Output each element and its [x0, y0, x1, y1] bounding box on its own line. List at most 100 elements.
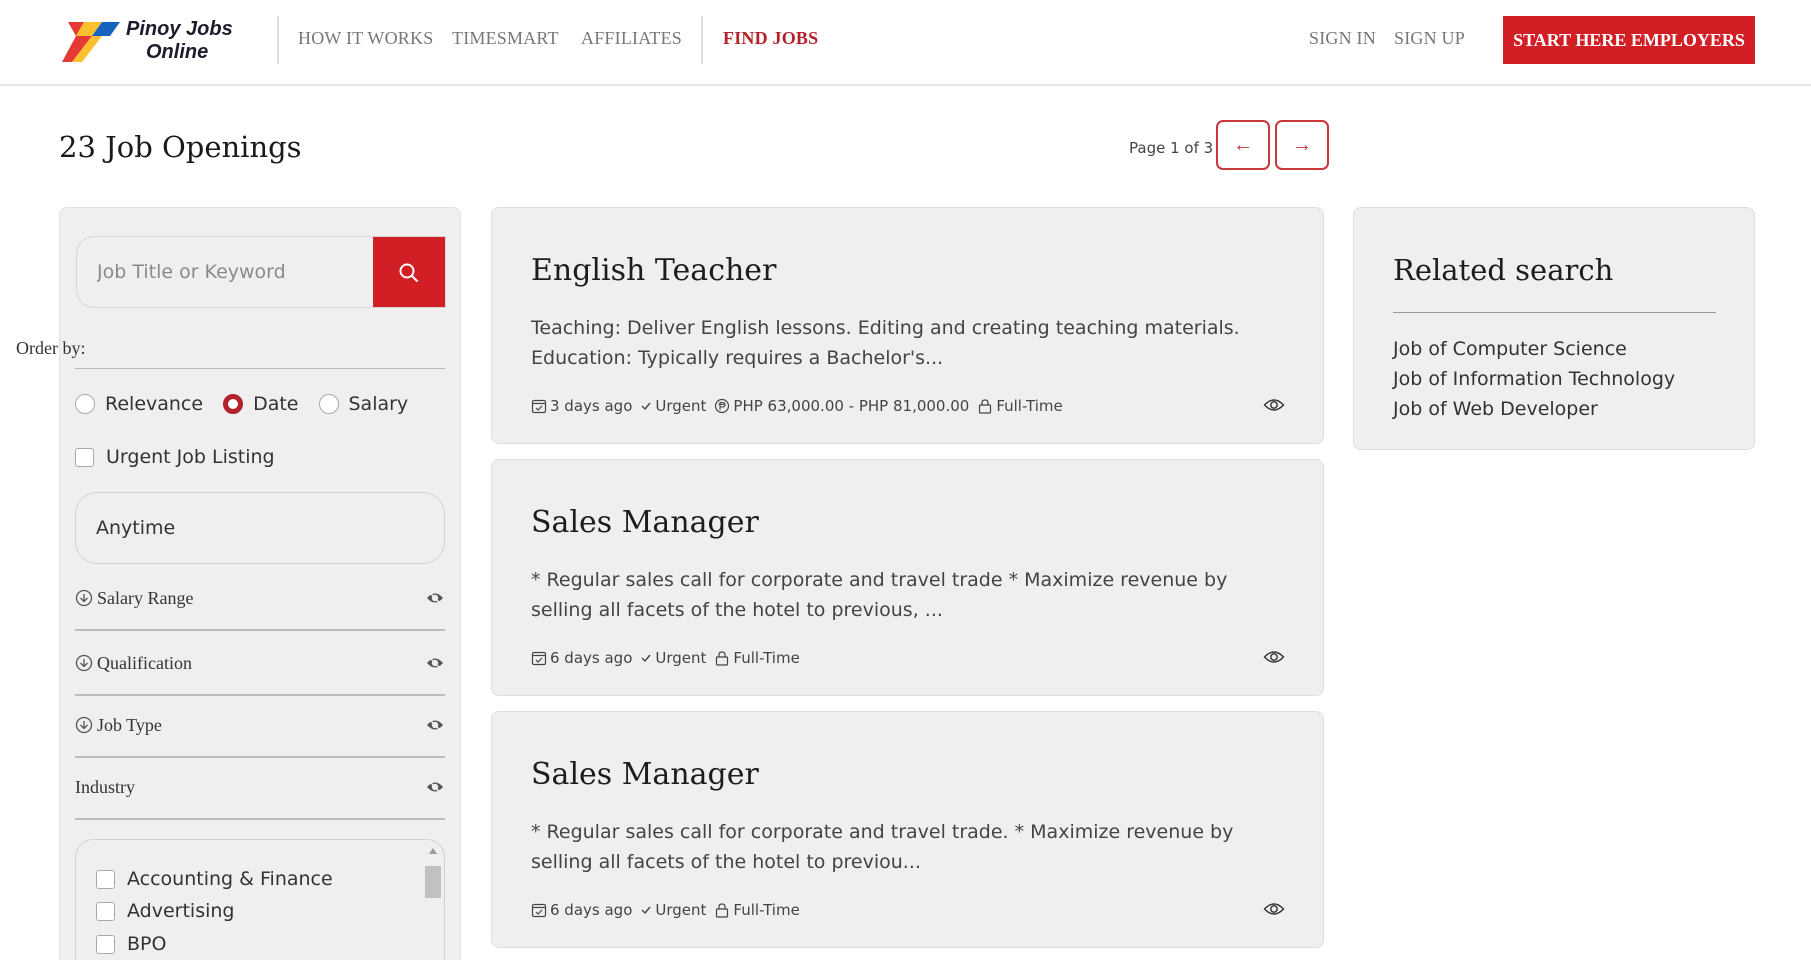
nav-timesmart[interactable]: TIMESMART	[452, 28, 559, 49]
arrow-left-icon: ←	[1233, 133, 1253, 156]
radio-relevance-label[interactable]: Relevance	[105, 393, 203, 415]
job-type: Full-Time	[977, 397, 1063, 415]
job-card[interactable]: Sales Manager * Regular sales call for c…	[491, 711, 1324, 948]
industry-item: Accounting & Finance	[96, 868, 333, 890]
job-type-text: Full-Time	[733, 901, 800, 919]
lock-icon	[716, 903, 729, 918]
filter-divider	[75, 694, 445, 696]
filter-divider	[75, 818, 445, 820]
lock-icon	[716, 651, 729, 666]
next-page-button[interactable]: →	[1275, 120, 1329, 170]
related-link[interactable]: Job of Information Technology	[1393, 368, 1675, 390]
scroll-up-icon[interactable]	[429, 848, 437, 854]
prev-page-button[interactable]: ←	[1216, 120, 1270, 170]
radio-date[interactable]	[223, 394, 244, 414]
logo-line-2: Online	[146, 41, 209, 63]
job-type: Full-Time	[714, 649, 800, 667]
job-urgent: Urgent	[640, 649, 706, 667]
industry-checkbox[interactable]	[96, 901, 115, 921]
urgent-label[interactable]: Urgent Job Listing	[106, 446, 275, 468]
qualification-toggle[interactable]: Qualification	[75, 648, 445, 678]
urgent-filter: Urgent Job Listing	[75, 446, 275, 468]
industry-item: Advertising	[96, 900, 234, 922]
job-type-toggle[interactable]: Job Type	[75, 710, 445, 740]
nav-sign-up[interactable]: SIGN UP	[1394, 28, 1465, 49]
job-urgent: Urgent	[640, 901, 706, 919]
job-title[interactable]: Sales Manager	[531, 505, 759, 540]
related-search-panel: Related search Job of Computer Science J…	[1353, 207, 1755, 450]
radio-date-label[interactable]: Date	[253, 393, 298, 415]
nav-sign-in[interactable]: SIGN IN	[1309, 28, 1376, 49]
job-card[interactable]: English Teacher Teaching: Deliver Englis…	[491, 207, 1324, 444]
nav-affiliates[interactable]: AFFILIATES	[581, 28, 682, 49]
chevron-down-circle-icon	[75, 654, 93, 672]
related-link[interactable]: Job of Web Developer	[1393, 398, 1598, 420]
visibility-off-icon[interactable]	[425, 777, 445, 797]
industry-checkbox[interactable]	[96, 869, 115, 889]
order-divider	[75, 368, 445, 369]
job-posted-text: 6 days ago	[550, 649, 633, 667]
logo-text: Pinoy Jobs Online	[126, 18, 233, 64]
related-link[interactable]: Job of Computer Science	[1393, 338, 1627, 360]
industry-list[interactable]: Accounting & Finance Advertising BPO	[75, 839, 445, 960]
urgent-checkbox[interactable]	[75, 447, 94, 467]
start-here-employers-button[interactable]: START HERE EMPLOYERS	[1503, 16, 1755, 64]
job-salary: PHP 63,000.00 - PHP 81,000.00	[714, 397, 969, 415]
nav-find-jobs[interactable]: FIND JOBS	[723, 28, 818, 49]
visibility-off-icon[interactable]	[425, 715, 445, 735]
check-icon	[641, 654, 651, 663]
industry-item-label[interactable]: Accounting & Finance	[127, 868, 333, 890]
job-urgent-text: Urgent	[655, 397, 707, 415]
scroll-thumb[interactable]	[425, 866, 441, 898]
job-urgent-text: Urgent	[655, 649, 707, 667]
search-input[interactable]	[77, 237, 375, 307]
search-button[interactable]	[373, 237, 445, 307]
job-posted-text: 3 days ago	[550, 397, 633, 415]
job-description: Teaching: Deliver English lessons. Editi…	[531, 317, 1240, 369]
chevron-down-circle-icon	[75, 716, 93, 734]
calendar-check-icon	[531, 903, 547, 918]
check-icon	[641, 402, 651, 411]
radio-salary-label[interactable]: Salary	[349, 393, 409, 415]
date-posted-select[interactable]: Anytime	[75, 492, 445, 564]
pager-status: Page 1 of 3	[1129, 139, 1214, 157]
peso-icon	[715, 398, 730, 414]
logo-mark-icon	[62, 22, 120, 62]
salary-range-toggle[interactable]: Salary Range	[75, 583, 445, 613]
order-radio-group: Relevance Date Salary	[75, 393, 428, 415]
industry-item-label[interactable]: Advertising	[127, 900, 234, 922]
industry-toggle[interactable]: Industry	[75, 772, 445, 802]
check-icon	[641, 906, 651, 915]
job-meta: 6 days ago Urgent Full-Time	[531, 649, 808, 667]
industry-item-label[interactable]: BPO	[127, 933, 166, 955]
nav-divider	[701, 16, 703, 64]
chevron-down-circle-icon	[75, 589, 93, 607]
date-posted-value: Anytime	[96, 517, 176, 539]
lock-icon	[979, 399, 992, 414]
site-header: Pinoy Jobs Online HOW IT WORKS TIMESMART…	[0, 0, 1811, 86]
job-title[interactable]: Sales Manager	[531, 757, 759, 792]
job-description: * Regular sales call for corporate and t…	[531, 821, 1234, 873]
job-type-text: Full-Time	[996, 397, 1063, 415]
calendar-check-icon	[531, 399, 547, 414]
job-description: * Regular sales call for corporate and t…	[531, 569, 1228, 621]
radio-salary[interactable]	[318, 394, 339, 414]
radio-relevance[interactable]	[75, 394, 95, 414]
nav-how-it-works[interactable]: HOW IT WORKS	[298, 28, 433, 49]
job-posted-text: 6 days ago	[550, 901, 633, 919]
salary-range-label: Salary Range	[97, 587, 194, 608]
eye-icon[interactable]	[1263, 648, 1285, 666]
visibility-off-icon[interactable]	[425, 588, 445, 608]
job-title[interactable]: English Teacher	[531, 253, 776, 288]
eye-icon[interactable]	[1263, 900, 1285, 918]
job-card[interactable]: Sales Manager * Regular sales call for c…	[491, 459, 1324, 696]
industry-checkbox[interactable]	[96, 934, 115, 954]
industry-scrollbar[interactable]	[424, 848, 442, 960]
logo-line-1: Pinoy Jobs	[126, 18, 233, 40]
job-meta: 3 days ago Urgent PHP 63,000.00 - PHP 81…	[531, 397, 1071, 415]
order-by-label: Order by:	[16, 338, 86, 358]
calendar-check-icon	[531, 651, 547, 666]
visibility-off-icon[interactable]	[425, 653, 445, 673]
site-logo[interactable]: Pinoy Jobs Online	[62, 18, 252, 68]
eye-icon[interactable]	[1263, 396, 1285, 414]
